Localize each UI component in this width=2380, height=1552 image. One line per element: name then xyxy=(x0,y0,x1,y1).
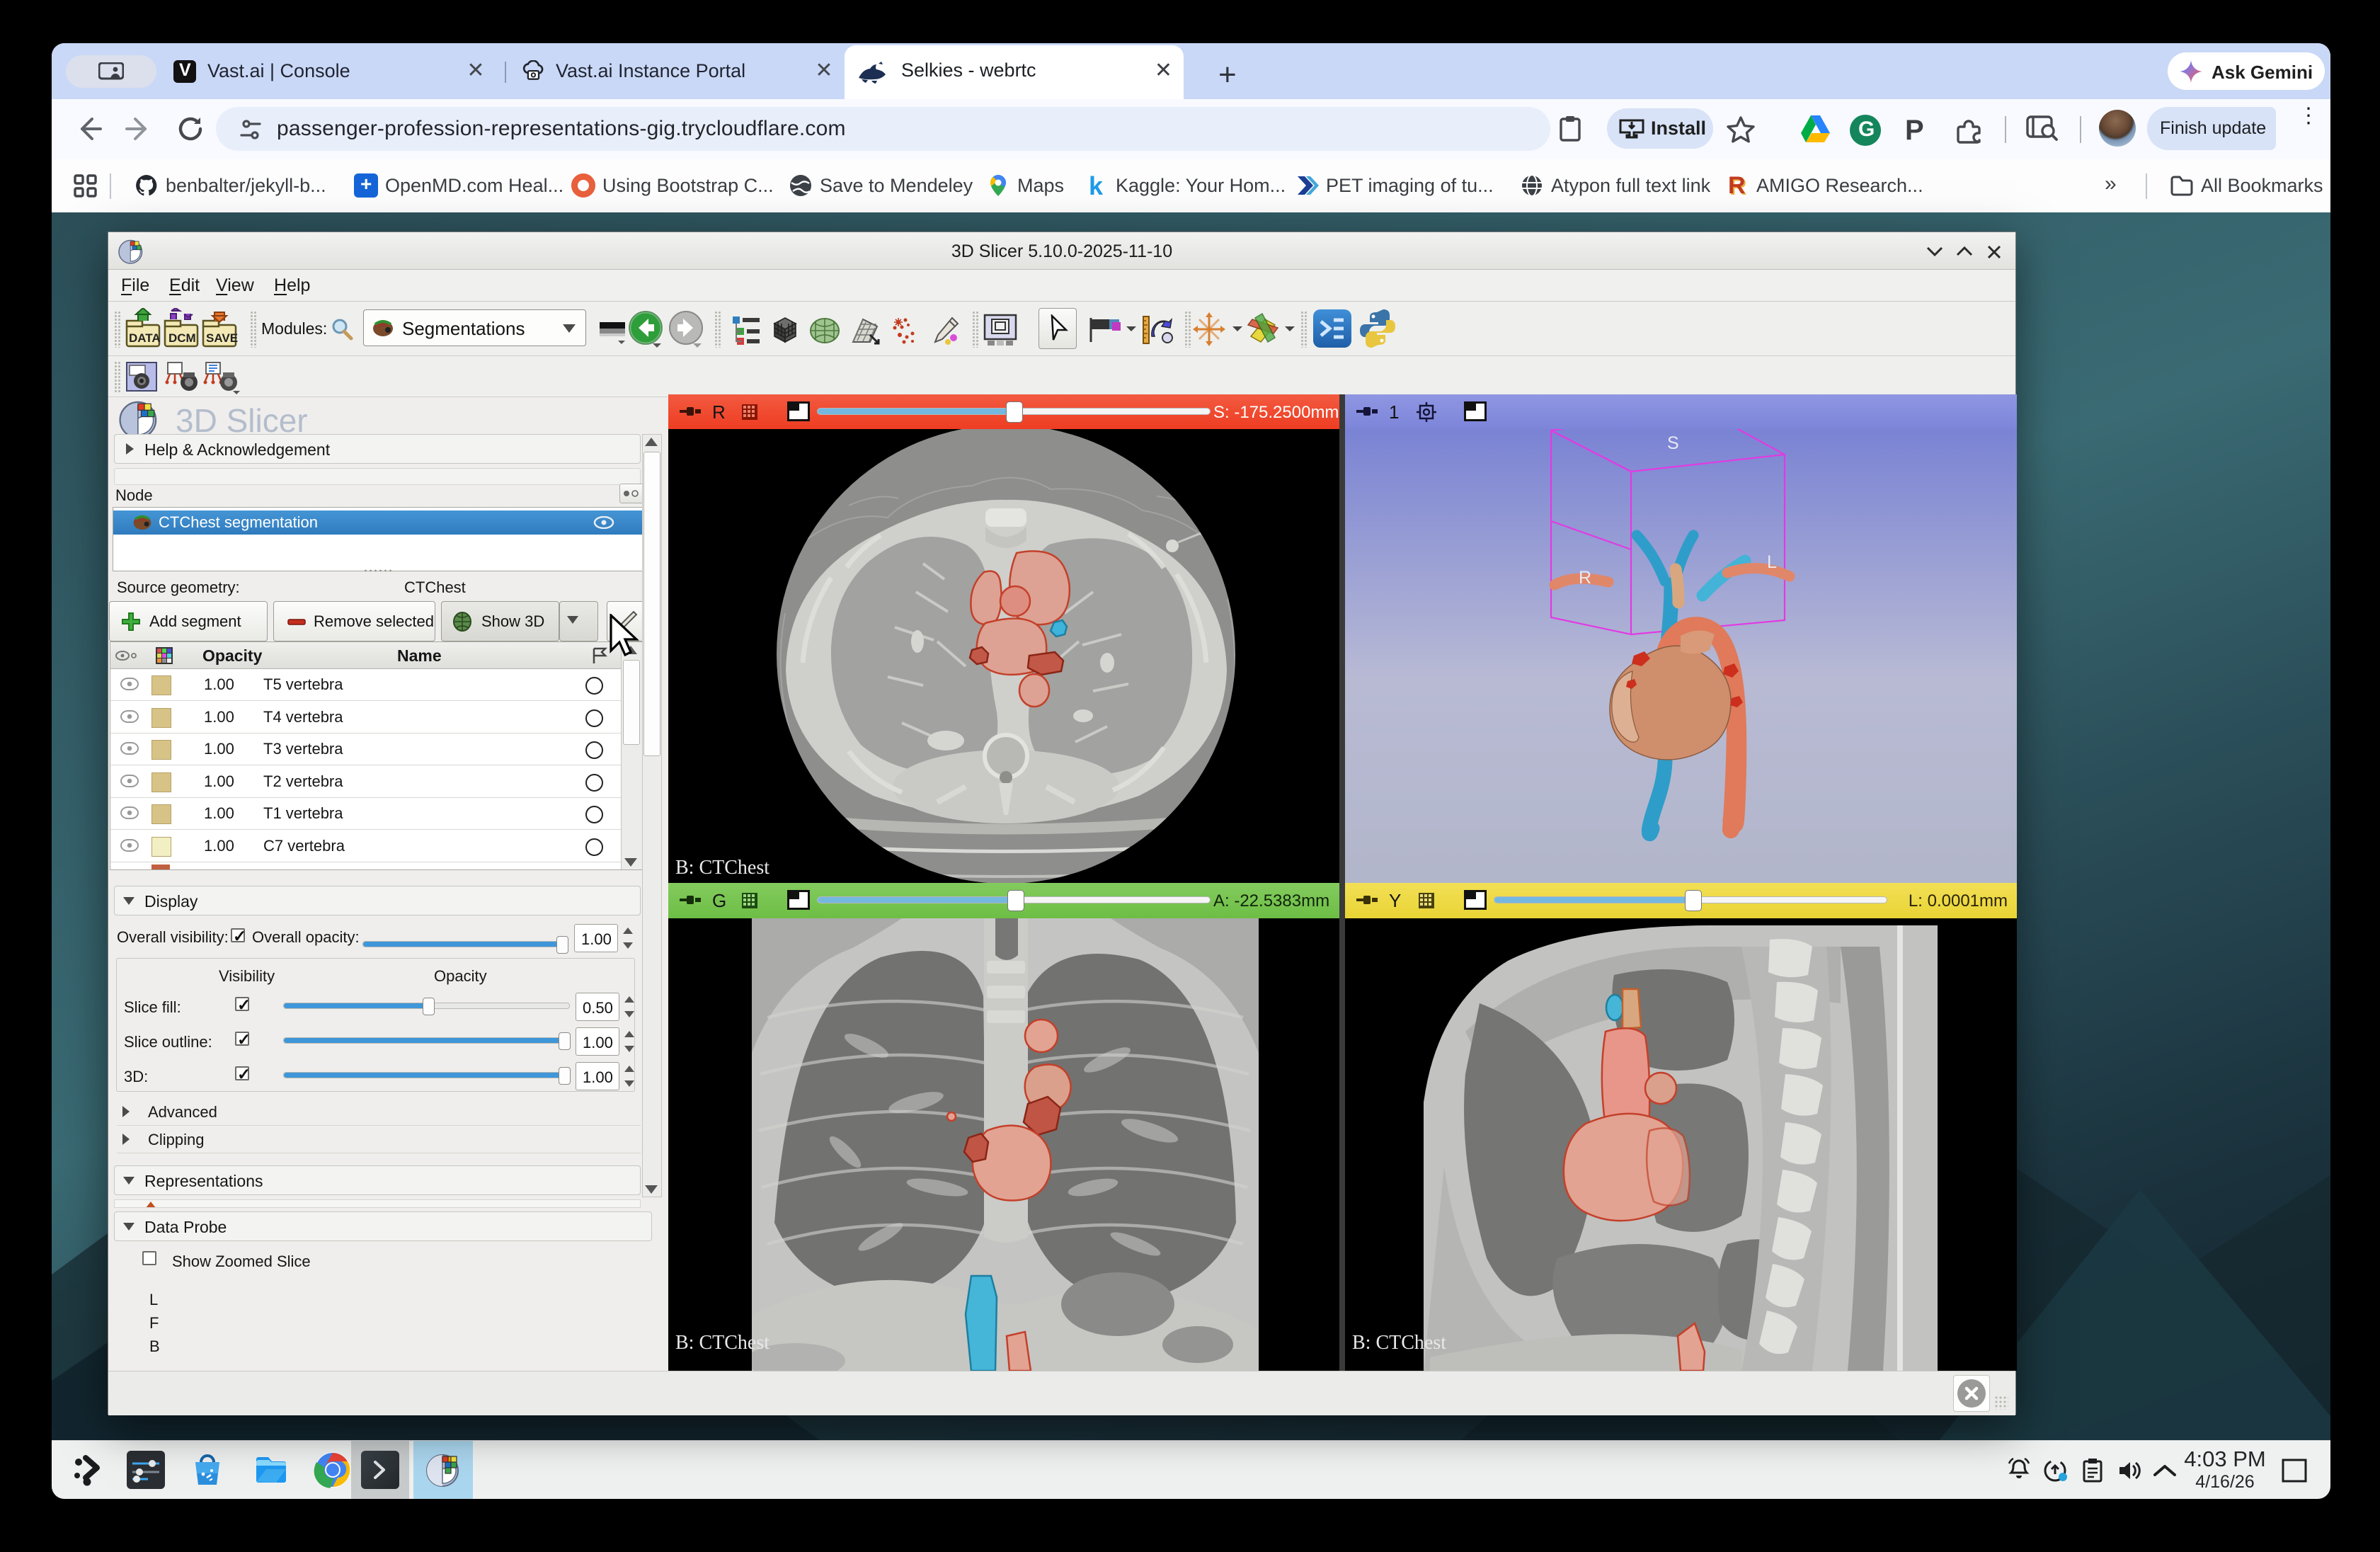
svg-text:B: CTChest: B: CTChest xyxy=(1352,1332,1446,1354)
svg-text:S: S xyxy=(1667,433,1679,453)
svg-text:L: L xyxy=(1767,552,1777,572)
svg-text:B: CTChest: B: CTChest xyxy=(675,1332,770,1354)
svg-text:DCM: DCM xyxy=(168,331,196,345)
svg-text:DATA: DATA xyxy=(129,331,161,345)
svg-text:R: R xyxy=(1579,568,1591,588)
svg-text:SAVE: SAVE xyxy=(206,331,238,345)
svg-text:B: CTChest: B: CTChest xyxy=(675,857,770,879)
